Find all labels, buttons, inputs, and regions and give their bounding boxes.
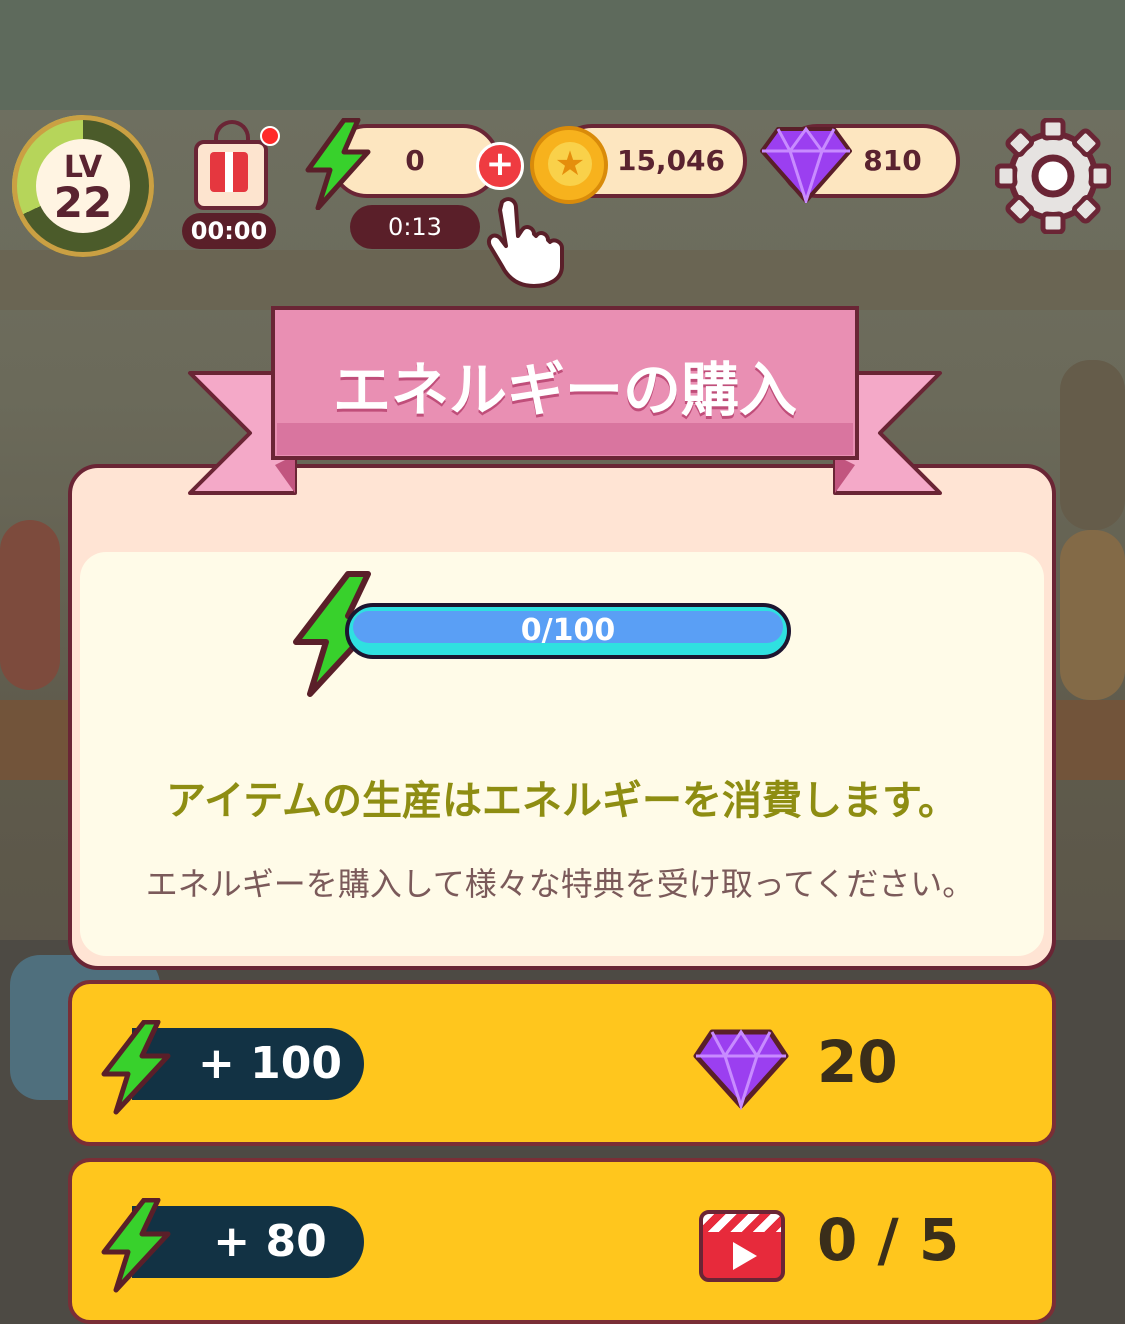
level-badge[interactable]: LV 22 — [12, 115, 154, 257]
gift-timer: 00:00 — [182, 213, 276, 249]
video-ad-icon — [699, 1210, 785, 1282]
gem-cost: 20 — [817, 1028, 898, 1096]
energy-progress-bar: 0/100 — [345, 603, 791, 659]
gift-calendar-icon[interactable] — [190, 118, 280, 210]
energy-bolt-icon — [101, 1020, 171, 1115]
description-main: アイテムの生産はエネルギーを消費します。 — [166, 778, 958, 824]
energy-timer: 0:13 — [350, 205, 480, 249]
add-energy-button[interactable]: + — [476, 142, 524, 190]
energy-bolt-icon — [305, 118, 371, 210]
gem-value: 810 — [863, 144, 922, 177]
energy-progress-text: 0/100 — [520, 613, 616, 648]
energy-bolt-icon — [101, 1198, 171, 1293]
dialog-title: エネルギーの購入 — [332, 356, 797, 424]
watch-ad-energy-button[interactable]: + 80 0 / 5 — [68, 1158, 1056, 1324]
settings-gear-icon[interactable] — [995, 118, 1111, 234]
ad-watch-count: 0 / 5 — [817, 1206, 960, 1274]
buy-energy-gems-button[interactable]: + 100 20 — [68, 980, 1056, 1146]
description-sub: エネルギーを購入して様々な特典を受け取ってください。 — [145, 865, 975, 903]
coin-value: 15,046 — [616, 144, 726, 177]
gem-icon — [693, 1029, 789, 1110]
energy-value: 0 — [405, 144, 425, 177]
level-value: 22 — [53, 178, 113, 227]
top-hud: LV 22 00:00 0 + 0:13 15,046 ★ 810 — [0, 0, 1125, 290]
gem-icon — [760, 126, 852, 203]
notification-dot — [260, 126, 280, 146]
tutorial-pointer-hand-icon — [487, 197, 564, 288]
